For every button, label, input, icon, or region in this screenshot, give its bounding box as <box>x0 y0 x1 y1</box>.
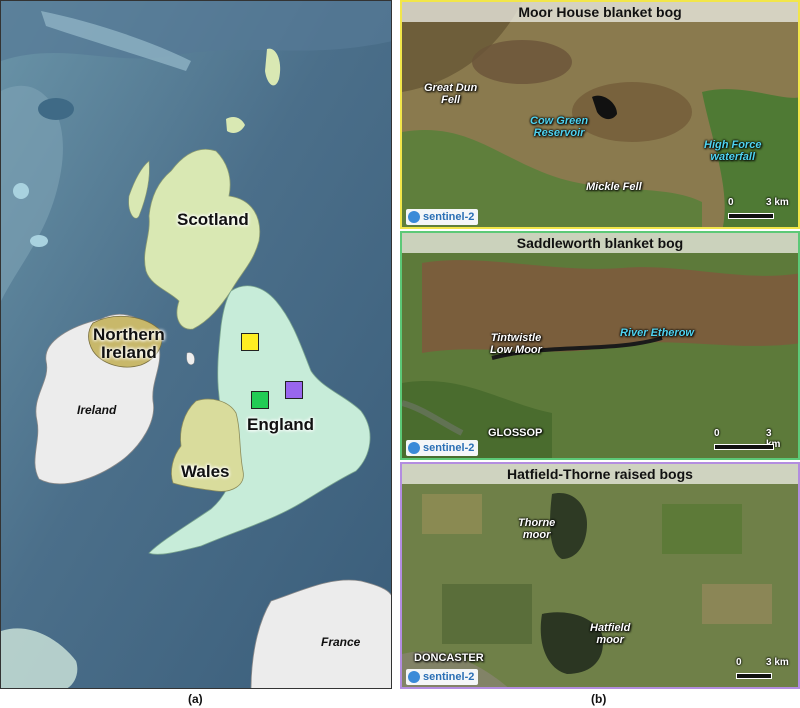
marker-hatfield-thorne[interactable] <box>285 381 303 399</box>
label-wales: Wales <box>181 462 230 481</box>
badge-label: sentinel-2 <box>423 442 475 454</box>
scale-end: 3 km <box>766 657 789 668</box>
sentinel-badge: sentinel-2 <box>406 440 479 456</box>
scale-bar: 0 3 km <box>736 657 798 687</box>
place-label: Great Dun Fell <box>424 82 478 106</box>
sentinel-badge: sentinel-2 <box>406 669 479 685</box>
label-northern-ireland: Northern Ireland <box>93 325 165 362</box>
scale-start: 0 <box>736 657 742 668</box>
seamount <box>13 183 29 199</box>
panel-hatfield-thorne: Hatfield-Thorne raised bogs Thorne moor … <box>400 462 800 689</box>
seamount <box>30 235 48 247</box>
panel-title: Hatfield-Thorne raised bogs <box>402 464 798 484</box>
place-label: High Force waterfall <box>704 139 762 163</box>
scale-bar: 0 3 km <box>714 428 788 458</box>
uk-ireland-map: Scotland Northern Ireland Ireland Wales … <box>0 0 392 689</box>
satellite-icon <box>408 671 420 683</box>
place-label: Mickle Fell <box>586 181 642 193</box>
scale-line <box>736 673 772 679</box>
sentinel-badge: sentinel-2 <box>406 209 479 225</box>
place-label: DONCASTER <box>414 652 484 664</box>
badge-label: sentinel-2 <box>423 671 475 683</box>
map-graphic <box>1 1 391 688</box>
place-label: GLOSSOP <box>488 427 543 439</box>
place-label: River Etherow <box>620 327 694 339</box>
satellite-icon <box>408 211 420 223</box>
label-scotland: Scotland <box>177 210 249 229</box>
panel-moor-house: Moor House blanket bog Great Dun Fell Co… <box>400 0 800 229</box>
scale-line <box>714 444 774 450</box>
place-label: Thorne moor <box>518 517 556 541</box>
scale-bar: 0 3 km <box>728 197 798 227</box>
marker-saddleworth[interactable] <box>251 391 269 409</box>
marker-moor-house[interactable] <box>241 333 259 351</box>
satellite-image-saddleworth <box>402 233 798 458</box>
scale-start: 0 <box>728 197 734 208</box>
scale-line <box>728 213 774 219</box>
satellite-image-moor-house <box>402 2 798 227</box>
label-france: France <box>321 635 361 649</box>
satellite-icon <box>408 442 420 454</box>
label-england: England <box>247 415 315 434</box>
caption-a: (a) <box>188 692 203 706</box>
seamount <box>38 98 74 120</box>
badge-label: sentinel-2 <box>423 211 475 223</box>
caption-b: (b) <box>591 692 607 706</box>
panel-title: Moor House blanket bog <box>402 2 798 22</box>
place-label: Cow Green Reservoir <box>530 115 589 139</box>
label-ireland: Ireland <box>77 403 117 417</box>
scale-end: 3 km <box>766 197 789 208</box>
place-label: Tintwistle Low Moor <box>490 332 542 356</box>
place-label: Hatfield moor <box>590 622 631 646</box>
panel-saddleworth: Saddleworth blanket bog Tintwistle Low M… <box>400 231 800 460</box>
panel-title: Saddleworth blanket bog <box>402 233 798 253</box>
scale-start: 0 <box>714 428 720 439</box>
